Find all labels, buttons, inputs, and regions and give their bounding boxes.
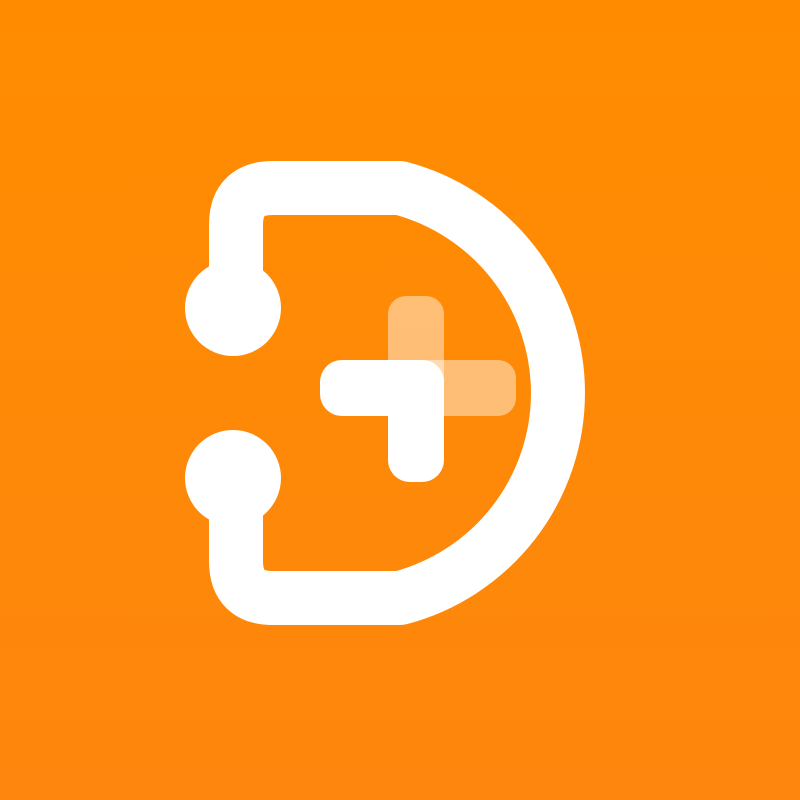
lower-earpiece-dot-icon [185,430,281,526]
app-icon [0,0,800,800]
upper-earpiece-dot-icon [185,260,281,356]
d-logo-icon [185,161,585,625]
medical-cross-icon [320,296,516,482]
